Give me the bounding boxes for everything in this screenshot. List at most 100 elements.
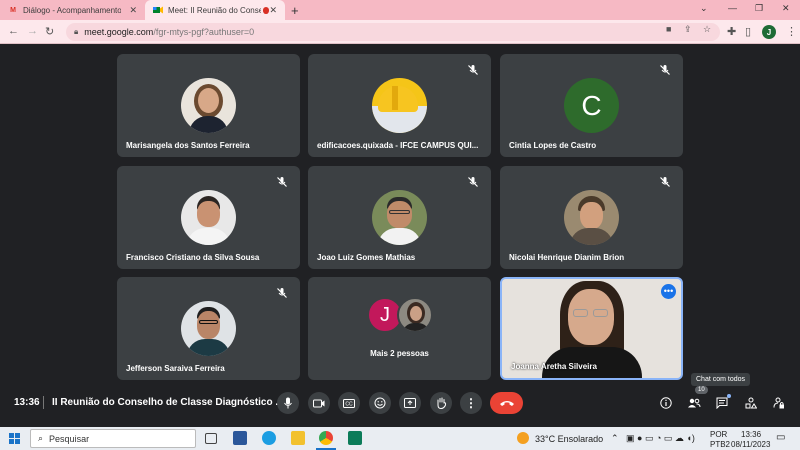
- taskbar: ⌕ Pesquisar 33°C Ensolarado ⌃ ▣ ● ▭ ◔ ▭ …: [0, 427, 800, 450]
- mic-off-icon: [660, 177, 670, 187]
- avatar-initial: C: [581, 89, 602, 121]
- participant-tile[interactable]: Marisangela dos Santos Ferreira: [117, 54, 300, 157]
- chat-tooltip: Chat com todos: [691, 373, 751, 386]
- keyboard-layout[interactable]: PTB2: [710, 440, 730, 449]
- participant-photo: [181, 78, 236, 133]
- camera-icon[interactable]: ■: [666, 24, 671, 34]
- restore-icon[interactable]: ❐: [755, 3, 763, 14]
- participant-initial-avatar: C: [564, 78, 619, 133]
- star-icon[interactable]: ☆: [703, 24, 711, 35]
- microphone-icon: [284, 397, 292, 409]
- language-indicator[interactable]: POR: [710, 430, 727, 439]
- participant-name: Marisangela dos Santos Ferreira: [126, 141, 250, 150]
- windows-start-icon[interactable]: [9, 433, 20, 444]
- tab-title: Diálogo - Acompanhamento pe: [23, 5, 121, 15]
- leave-call-button[interactable]: [490, 392, 523, 414]
- captions-button[interactable]: CC: [338, 392, 360, 414]
- recording-icon: [262, 6, 270, 14]
- people-button[interactable]: [685, 394, 703, 412]
- participant-name: Joao Luiz Gomes Mathias: [317, 253, 416, 262]
- more-people-label: Mais 2 pessoas: [370, 349, 429, 358]
- browser-toolbar: ← → ↻ 🔒︎ meet.google.com /fgr-mtys-pgf?a…: [0, 20, 800, 44]
- captions-icon: CC: [343, 398, 355, 408]
- url-host: meet.google.com: [84, 27, 154, 37]
- chrome-icon[interactable]: [319, 431, 333, 445]
- more-options-icon[interactable]: •••: [661, 284, 676, 299]
- meet-icon: [153, 5, 163, 15]
- word-icon[interactable]: [233, 431, 247, 445]
- search-placeholder: Pesquisar: [49, 433, 90, 444]
- host-controls-button[interactable]: [770, 394, 788, 412]
- new-tab-button[interactable]: +: [291, 3, 299, 18]
- extensions-icon[interactable]: ✚: [727, 25, 736, 38]
- chevron-up-icon[interactable]: ⌃: [611, 433, 619, 444]
- tab-meet[interactable]: Meet: II Reunião do Conselh ✕: [145, 0, 285, 20]
- minimize-icon[interactable]: —: [728, 3, 737, 13]
- calculator-icon[interactable]: [348, 431, 362, 445]
- meeting-details-button[interactable]: [657, 394, 675, 412]
- chat-button[interactable]: [713, 394, 731, 412]
- close-icon[interactable]: ✕: [129, 5, 137, 16]
- participant-name: Joanna Aretha Silveira: [511, 362, 597, 371]
- chevron-down-icon[interactable]: ⌄: [700, 3, 708, 14]
- tray-icons[interactable]: ▣ ● ▭ ◔ ▭ ☁ ◖): [626, 433, 695, 444]
- avatar[interactable]: J: [762, 25, 776, 39]
- divider: [43, 396, 44, 409]
- task-view-icon[interactable]: [205, 433, 217, 444]
- more-people-tile[interactable]: J Mais 2 pessoas: [308, 277, 491, 380]
- participant-photo: [181, 190, 236, 245]
- hand-icon: [437, 397, 446, 409]
- reload-icon[interactable]: ↻: [45, 25, 54, 38]
- sidepanel-icon[interactable]: ▯: [745, 25, 751, 38]
- participant-tile[interactable]: C Cintia Lopes de Castro: [500, 54, 683, 157]
- url-path: /fgr-mtys-pgf?authuser=0: [153, 27, 255, 37]
- microphone-button[interactable]: [277, 392, 299, 414]
- back-icon[interactable]: ←: [8, 25, 19, 37]
- share-icon[interactable]: ⇪: [684, 24, 692, 35]
- participant-photo: [564, 190, 619, 245]
- forward-icon[interactable]: →: [27, 25, 38, 37]
- reactions-button[interactable]: [369, 392, 391, 414]
- participant-tile[interactable]: Francisco Cristiano da Silva Sousa: [117, 166, 300, 269]
- camera-button[interactable]: [308, 392, 330, 414]
- weather-text[interactable]: 33°C Ensolarado: [535, 434, 603, 444]
- svg-text:CC: CC: [345, 401, 353, 407]
- participant-tile[interactable]: Nicolai Henrique Dianim Brion: [500, 166, 683, 269]
- people-icon: [688, 398, 701, 408]
- self-view-tile[interactable]: ••• Joanna Aretha Silveira: [500, 277, 683, 380]
- mic-off-icon: [468, 177, 478, 187]
- close-icon[interactable]: ✕: [269, 5, 277, 16]
- lock-person-icon: [773, 397, 784, 409]
- participant-name: Cintia Lopes de Castro: [509, 141, 597, 150]
- participant-name: Jefferson Saraiva Ferreira: [126, 364, 225, 373]
- mic-off-icon: [277, 177, 287, 187]
- mic-off-icon: [660, 65, 670, 75]
- participant-tile[interactable]: Joao Luiz Gomes Mathias: [308, 166, 491, 269]
- participant-photo: [397, 297, 433, 333]
- present-screen-button[interactable]: [399, 392, 421, 414]
- edge-icon[interactable]: [262, 431, 276, 445]
- close-window-icon[interactable]: ✕: [782, 3, 790, 14]
- clock-date[interactable]: 08/11/2023: [731, 440, 770, 449]
- participant-tile[interactable]: edificacoes.quixada - IFCE CAMPUS QUI...: [308, 54, 491, 157]
- present-icon: [404, 398, 416, 408]
- file-explorer-icon[interactable]: [291, 431, 305, 445]
- menu-icon[interactable]: ⋮: [786, 25, 797, 38]
- raise-hand-button[interactable]: [430, 392, 452, 414]
- more-options-button[interactable]: ⋮: [460, 392, 482, 414]
- taskbar-search[interactable]: ⌕ Pesquisar: [30, 429, 196, 448]
- avatar-initial: J: [380, 303, 390, 326]
- chat-icon: [716, 397, 728, 409]
- participant-name: edificacoes.quixada - IFCE CAMPUS QUI...: [317, 141, 479, 150]
- activities-button[interactable]: [742, 394, 760, 412]
- address-bar[interactable]: 🔒︎ meet.google.com /fgr-mtys-pgf?authuse…: [66, 23, 720, 41]
- participant-tile[interactable]: Jefferson Saraiva Ferreira: [117, 277, 300, 380]
- notification-icon[interactable]: ▭: [776, 432, 785, 443]
- tab-dialogo[interactable]: M Diálogo - Acompanhamento pe ✕: [0, 0, 145, 20]
- tab-title: Meet: II Reunião do Conselh: [168, 5, 261, 15]
- participant-photo: [181, 301, 236, 356]
- participant-name: Francisco Cristiano da Silva Sousa: [126, 253, 260, 262]
- participant-name: Nicolai Henrique Dianim Brion: [509, 253, 625, 262]
- clock-time[interactable]: 13:36: [741, 430, 761, 439]
- emoji-icon: [374, 397, 386, 409]
